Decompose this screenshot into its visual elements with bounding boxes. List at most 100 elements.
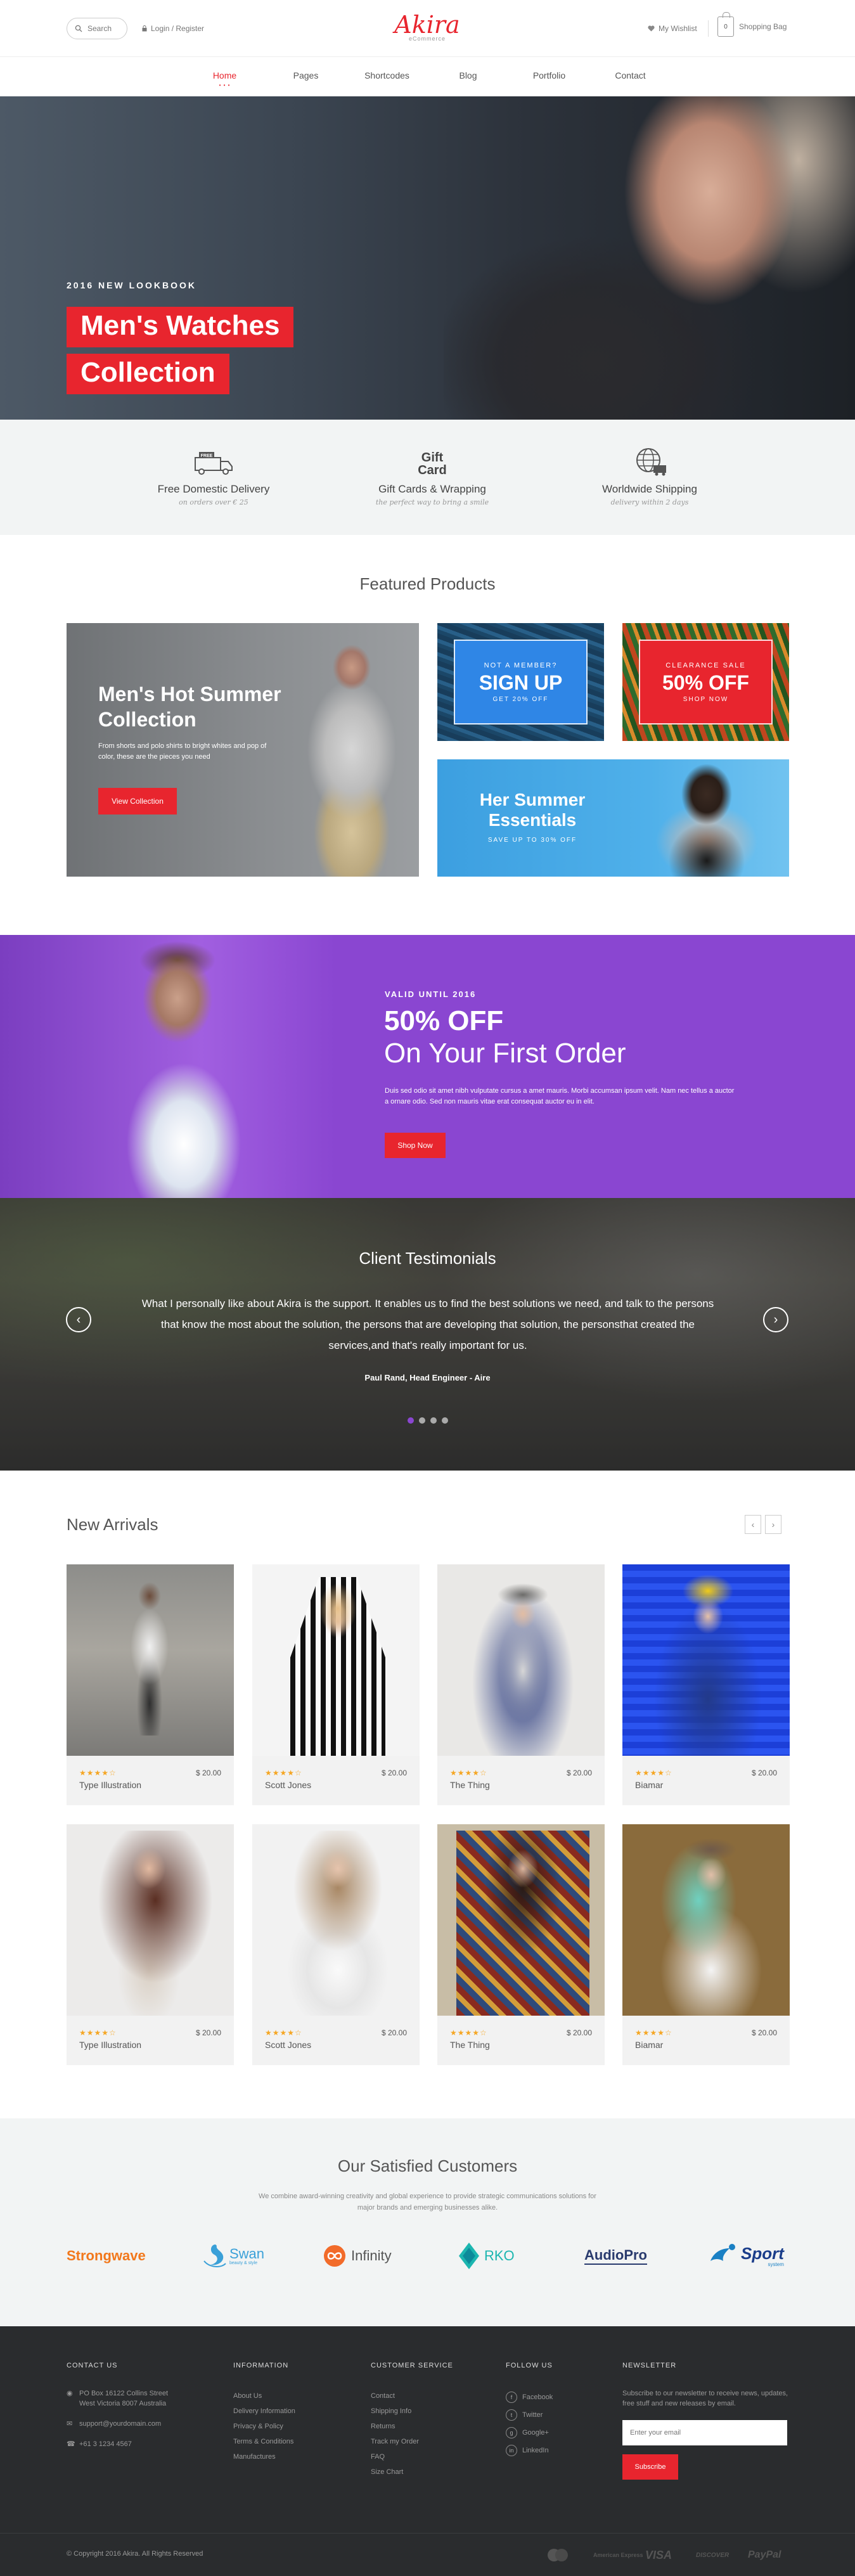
testimonial-next-button[interactable]: › — [763, 1307, 788, 1332]
product-info: ★★★★☆ $ 20.00 The Thing — [437, 2016, 605, 2065]
footer-link-size-chart[interactable]: Size Chart — [371, 2464, 472, 2480]
product-name[interactable]: Scott Jones — [265, 1780, 311, 1790]
brand-strongwave-text: Strongwave — [67, 2248, 146, 2264]
brand-strongwave[interactable]: Strongwave — [67, 2239, 146, 2273]
her-summer-title: Her Summer Essentials — [479, 790, 586, 830]
product-card[interactable]: ★★★★☆ $ 20.00 Scott Jones — [252, 1564, 420, 1805]
nav-item-pages[interactable]: Pages — [266, 57, 347, 96]
promo-text: From shorts and polo shirts to bright wh… — [98, 742, 267, 761]
brand-swan[interactable]: Swan beauty & style — [202, 2239, 264, 2273]
arrivals-next-button[interactable]: › — [765, 1515, 781, 1534]
product-name[interactable]: Biamar — [635, 1780, 663, 1790]
promo-signup[interactable]: NOT A MEMBER? SIGN UP GET 20% OFF — [437, 623, 604, 741]
footer-link-track-order[interactable]: Track my Order — [371, 2434, 472, 2449]
product-name[interactable]: Scott Jones — [265, 2040, 311, 2050]
pagination-dot[interactable] — [418, 1417, 425, 1424]
product-card[interactable]: ★★★★☆ $ 20.00 The Thing — [437, 1564, 605, 1805]
footer-link-terms[interactable]: Terms & Conditions — [233, 2434, 335, 2449]
footer-email[interactable]: ✉ support@yourdomain.com — [67, 2419, 193, 2429]
brand-rko[interactable]: RKO — [456, 2239, 515, 2273]
product-name[interactable]: The Thing — [450, 2040, 490, 2050]
testimonial-author: Paul Rand, Head Engineer - Aire — [364, 1373, 491, 1382]
product-card[interactable]: ★★★★☆ $ 20.00 Biamar — [622, 1564, 790, 1805]
site-logo[interactable]: Akira eCommerce — [389, 11, 465, 47]
brand-infinity[interactable]: Infinity — [323, 2239, 392, 2273]
logo-text: Akira — [394, 11, 460, 39]
nav-item-portfolio[interactable]: Portfolio — [509, 57, 590, 96]
newsletter-email-input[interactable] — [622, 2420, 787, 2445]
product-image[interactable] — [622, 1564, 790, 1756]
product-image[interactable] — [67, 1824, 234, 2016]
email-text: support@yourdomain.com — [79, 2420, 162, 2428]
promo-body: Duis sed odio sit amet nibh vulputate cu… — [385, 1087, 735, 1105]
product-card[interactable]: ★★★★☆ $ 20.00 The Thing — [437, 1824, 605, 2065]
footer-link-shipping[interactable]: Shipping Info — [371, 2404, 472, 2419]
newsletter-text: Subscribe to our newsletter to receive n… — [622, 2390, 788, 2407]
brand-sport[interactable]: Sport system — [707, 2239, 784, 2273]
promo-her-summer[interactable]: Her Summer Essentials SAVE UP TO 30% OFF — [437, 759, 789, 877]
linkedin-icon: in — [506, 2445, 517, 2456]
pagination-dot[interactable] — [441, 1417, 448, 1424]
hero-title-line1: Men's Watches — [67, 307, 294, 347]
nav-item-contact[interactable]: Contact — [590, 57, 671, 96]
social-google-plus[interactable]: g Google+ — [506, 2424, 595, 2442]
social-linkedin[interactable]: in LinkedIn — [506, 2442, 595, 2459]
feature-subtitle: the perfect way to bring a smile — [375, 498, 489, 506]
social-label: LinkedIn — [522, 2447, 549, 2454]
featured-products-title: Featured Products — [359, 574, 496, 593]
product-name[interactable]: Type Illustration — [79, 1780, 141, 1790]
wishlist-link[interactable]: My Wishlist — [648, 24, 697, 33]
testimonial-prev-button[interactable]: ‹ — [66, 1307, 91, 1332]
promo-clearance[interactable]: CLEARANCE SALE 50% OFF SHOP NOW — [622, 623, 789, 741]
login-register-link[interactable]: Login / Register — [142, 24, 204, 33]
social-facebook[interactable]: f Facebook — [506, 2388, 595, 2406]
pagination-dot[interactable] — [407, 1417, 414, 1424]
product-image[interactable] — [622, 1824, 790, 2016]
footer-link-delivery[interactable]: Delivery Information — [233, 2404, 335, 2419]
feature-title: Worldwide Shipping — [602, 483, 697, 495]
social-label: Twitter — [522, 2411, 543, 2419]
footer-link-manufactures[interactable]: Manufactures — [233, 2449, 335, 2464]
product-image[interactable] — [252, 1564, 420, 1756]
footer-heading: NEWSLETTER — [622, 2362, 677, 2369]
nav-item-blog[interactable]: Blog — [428, 57, 509, 96]
hero-banner[interactable]: 2016 NEW LOOKBOOK Men's Watches Collecti… — [0, 96, 855, 420]
shopping-bag-link[interactable]: 0 Shopping Bag — [717, 12, 787, 37]
pagination-dot[interactable] — [430, 1417, 437, 1424]
product-name[interactable]: Type Illustration — [79, 2040, 141, 2050]
search-button[interactable]: Search — [67, 18, 127, 39]
rating-stars: ★★★★☆ — [79, 2028, 117, 2037]
footer-link-privacy[interactable]: Privacy & Policy — [233, 2419, 335, 2434]
product-card[interactable]: ★★★★☆ $ 20.00 Type Illustration — [67, 1564, 234, 1805]
twitter-icon: t — [506, 2409, 517, 2421]
product-image[interactable] — [437, 1824, 605, 2016]
social-twitter[interactable]: t Twitter — [506, 2406, 595, 2424]
footer-address: ◉ PO Box 16122 Collins Street West Victo… — [67, 2388, 193, 2409]
nav-item-shortcodes[interactable]: Shortcodes — [347, 57, 428, 96]
signup-offer: GET 20% OFF — [492, 695, 549, 703]
brand-audiopro[interactable]: AudioPro — [584, 2239, 647, 2273]
shop-now-button[interactable]: Shop Now — [385, 1133, 446, 1158]
product-info: ★★★★☆ $ 20.00 Scott Jones — [252, 1756, 420, 1805]
subscribe-button[interactable]: Subscribe — [622, 2454, 678, 2480]
promo-mens-summer[interactable]: Men's Hot Summer Collection From shorts … — [67, 623, 419, 877]
product-card[interactable]: ★★★★☆ $ 20.00 Biamar — [622, 1824, 790, 2065]
footer-link-returns[interactable]: Returns — [371, 2419, 472, 2434]
her-summer-offer: SAVE UP TO 30% OFF — [487, 837, 577, 844]
product-card[interactable]: ★★★★☆ $ 20.00 Scott Jones — [252, 1824, 420, 2065]
footer-link-about[interactable]: About Us — [233, 2388, 335, 2404]
footer-link-faq[interactable]: FAQ — [371, 2449, 472, 2464]
hero-model-image — [444, 96, 855, 420]
view-collection-button[interactable]: View Collection — [98, 788, 177, 815]
product-name[interactable]: The Thing — [450, 1780, 490, 1790]
arrivals-prev-button[interactable]: ‹ — [745, 1515, 761, 1534]
product-image[interactable] — [67, 1564, 234, 1756]
product-card[interactable]: ★★★★☆ $ 20.00 Type Illustration — [67, 1824, 234, 2065]
nav-item-home[interactable]: Home — [184, 57, 266, 104]
footer-link-contact[interactable]: Contact — [371, 2388, 472, 2404]
brand-sport-text: Sport — [741, 2243, 784, 2263]
discover-icon: DISCOVER — [696, 2551, 730, 2559]
product-image[interactable] — [252, 1824, 420, 2016]
product-name[interactable]: Biamar — [635, 2040, 663, 2050]
product-image[interactable] — [437, 1564, 605, 1756]
